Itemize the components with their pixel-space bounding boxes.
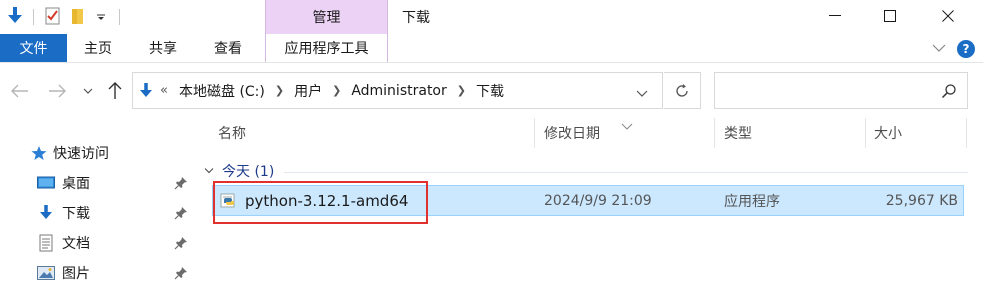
qat-separator <box>119 9 120 25</box>
ribbon-tab-bar: 文件 主页 共享 查看 应用程序工具 ? <box>0 34 983 62</box>
nav-item-label: 下载 <box>62 206 90 222</box>
breadcrumb: 本地磁盘 (C:) ❯ 用户 ❯ Administrator ❯ 下载 <box>179 81 504 101</box>
breadcrumb-item[interactable]: 用户 <box>294 81 322 101</box>
tab-file[interactable]: 文件 <box>0 34 67 62</box>
pictures-icon <box>37 264 55 282</box>
minimize-icon <box>829 15 841 16</box>
close-icon <box>942 10 954 22</box>
tab-home[interactable]: 主页 <box>84 34 112 62</box>
search-input[interactable] <box>721 79 921 101</box>
breadcrumb-item[interactable]: 本地磁盘 (C:) <box>179 81 265 101</box>
search-box[interactable] <box>714 72 968 109</box>
column-header-date-modified[interactable]: 修改日期 <box>544 116 600 150</box>
properties-icon[interactable] <box>44 6 62 26</box>
file-size: 25,967 KB <box>885 192 958 209</box>
tab-share[interactable]: 共享 <box>149 34 177 62</box>
nav-item-desktop[interactable]: 桌面 <box>0 169 200 197</box>
download-folder-icon <box>138 82 154 104</box>
navigation-pane: 快速访问 桌面 下载 文档 图片 <box>0 116 200 292</box>
pin-icon[interactable] <box>174 236 188 250</box>
nav-item-label: 文档 <box>62 236 90 252</box>
back-button[interactable] <box>9 80 31 102</box>
download-folder-icon <box>6 6 24 26</box>
column-header-name[interactable]: 名称 <box>218 116 246 150</box>
desktop-icon <box>37 174 55 192</box>
navigation-bar: « 本地磁盘 (C:) ❯ 用户 ❯ Administrator ❯ 下载 <box>0 62 983 116</box>
forward-button[interactable] <box>46 80 68 102</box>
nav-item-label: 快速访问 <box>53 146 109 162</box>
address-bar[interactable]: « 本地磁盘 (C:) ❯ 用户 ❯ Administrator ❯ 下载 <box>132 72 663 109</box>
column-header-type[interactable]: 类型 <box>724 116 752 150</box>
column-divider[interactable] <box>534 118 535 148</box>
help-button[interactable]: ? <box>957 40 975 58</box>
star-icon <box>30 144 48 162</box>
pin-icon[interactable] <box>174 206 188 220</box>
minimize-button[interactable] <box>812 0 858 32</box>
close-button[interactable] <box>925 0 971 32</box>
breadcrumb-item[interactable]: Administrator <box>351 83 446 99</box>
pin-icon[interactable] <box>174 266 188 280</box>
breadcrumb-separator-icon[interactable]: ❯ <box>457 84 466 97</box>
recent-locations-button[interactable] <box>81 80 95 102</box>
group-divider <box>284 172 968 173</box>
refresh-icon <box>676 83 688 97</box>
breadcrumb-item[interactable]: 下载 <box>476 81 504 101</box>
column-divider[interactable] <box>865 118 866 148</box>
chevron-down-icon <box>204 168 214 174</box>
maximize-icon <box>884 10 896 22</box>
manage-contextual-group[interactable]: 管理 <box>265 0 388 34</box>
arrow-left-icon <box>11 84 28 98</box>
address-dropdown-button[interactable] <box>636 86 648 102</box>
pin-icon[interactable] <box>174 176 188 190</box>
nav-item-downloads[interactable]: 下载 <box>0 199 200 227</box>
nav-item-label: 桌面 <box>62 176 90 192</box>
tab-view[interactable]: 查看 <box>214 34 242 62</box>
column-divider[interactable] <box>966 118 967 148</box>
window-title: 下载 <box>402 10 430 26</box>
sort-indicator-icon <box>621 119 633 130</box>
breadcrumb-overflow[interactable]: « <box>160 83 168 98</box>
breadcrumb-separator-icon[interactable]: ❯ <box>332 84 341 97</box>
file-type: 应用程序 <box>724 193 780 210</box>
search-icon[interactable] <box>941 83 957 99</box>
nav-item-quick-access[interactable]: 快速访问 <box>0 139 200 167</box>
breadcrumb-separator-icon[interactable]: ❯ <box>275 84 284 97</box>
chevron-down-icon <box>83 88 93 94</box>
group-label: 今天 (1) <box>222 164 275 180</box>
qat-dropdown-icon[interactable] <box>92 6 110 26</box>
arrow-right-icon <box>49 84 66 98</box>
nav-item-pictures[interactable]: 图片 <box>0 259 200 287</box>
tab-application-tools[interactable]: 应用程序工具 <box>265 34 388 62</box>
arrow-up-icon <box>108 82 122 99</box>
title-bar: 管理 下载 <box>0 0 983 34</box>
nav-item-label: 图片 <box>62 266 90 282</box>
expand-ribbon-button[interactable] <box>931 42 947 54</box>
file-date-modified: 2024/9/9 21:09 <box>544 192 652 209</box>
nav-item-documents[interactable]: 文档 <box>0 229 200 257</box>
download-icon <box>37 204 55 222</box>
maximize-button[interactable] <box>867 0 913 32</box>
chevron-down-icon <box>932 44 946 52</box>
new-folder-icon[interactable] <box>69 6 87 26</box>
chevron-down-icon <box>636 90 648 97</box>
document-icon <box>37 234 55 252</box>
column-header-size[interactable]: 大小 <box>874 116 902 150</box>
up-button[interactable] <box>104 80 126 102</box>
column-divider[interactable] <box>714 118 715 148</box>
refresh-button[interactable] <box>664 72 701 109</box>
highlight-annotation-box <box>213 181 428 224</box>
qat-separator <box>33 9 34 25</box>
group-header[interactable]: 今天 (1) <box>204 160 274 182</box>
